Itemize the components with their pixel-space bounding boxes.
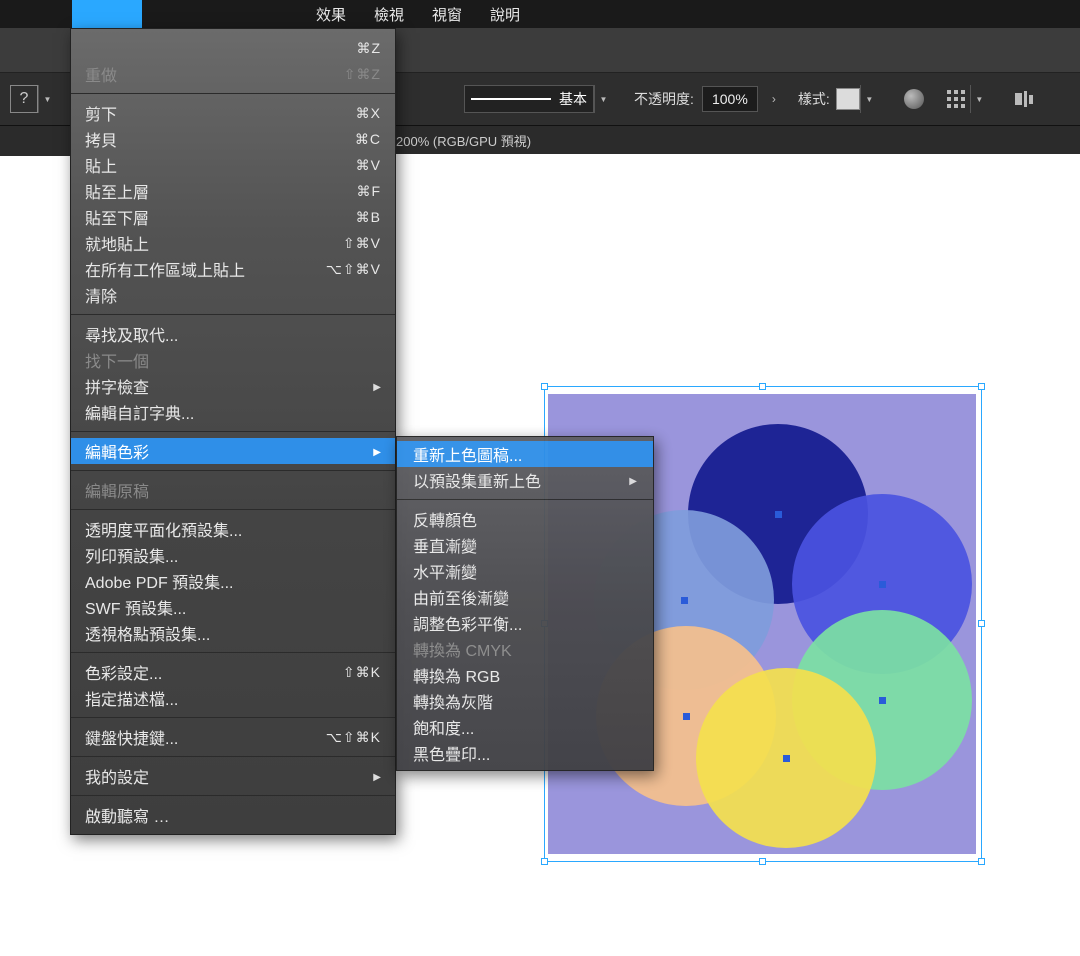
align-grid-icon[interactable] [942,85,970,113]
menu-clear[interactable]: 清除 [71,282,395,308]
stroke-style-arrow[interactable] [594,85,612,113]
menu-help[interactable]: 說明 [476,4,534,25]
submenu-to-gray[interactable]: 轉換為灰階 [397,688,653,714]
menu-paste-back[interactable]: 貼至下層⌘B [71,204,395,230]
selection-handle[interactable] [978,620,985,627]
menu-window[interactable]: 視窗 [418,4,476,25]
menu-effects[interactable]: 效果 [302,4,360,25]
menu-assign-profile[interactable]: 指定描述檔... [71,685,395,711]
edit-colors-submenu: 重新上色圖稿... 以預設集重新上色 反轉顏色 垂直漸變 水平漸變 由前至後漸變… [396,436,654,771]
menu-view[interactable]: 檢視 [360,4,418,25]
submenu-blend-vertical[interactable]: 垂直漸變 [397,532,653,558]
opacity-value-field[interactable]: 100% [702,86,758,112]
menu-color-settings[interactable]: 色彩設定...⇧⌘K [71,659,395,685]
selection-handle[interactable] [541,858,548,865]
stroke-style-dropdown[interactable]: 基本 [464,85,594,113]
transform-panel-icon[interactable] [1010,85,1038,113]
submenu-to-rgb[interactable]: 轉換為 RGB [397,662,653,688]
selection-handle[interactable] [978,383,985,390]
menubar-active-tab[interactable] [72,0,142,28]
selection-handle[interactable] [759,858,766,865]
menu-edit-original: 編輯原稿 [71,477,395,503]
help-dropdown[interactable] [38,85,56,113]
submenu-saturate[interactable]: 飽和度... [397,714,653,740]
stroke-line-preview [471,98,551,100]
app-menubar: 效果 檢視 視窗 說明 [0,0,1080,28]
submenu-recolor-preset[interactable]: 以預設集重新上色 [397,467,653,493]
menu-swf-presets[interactable]: SWF 預設集... [71,594,395,620]
selection-handle[interactable] [541,383,548,390]
stroke-style-label: 基本 [559,89,587,109]
menu-print-presets[interactable]: 列印預設集... [71,542,395,568]
menu-find-replace[interactable]: 尋找及取代... [71,321,395,347]
menu-find-next: 找下一個 [71,347,395,373]
menu-copy[interactable]: 拷貝⌘C [71,126,395,152]
recolor-globe-icon[interactable] [900,85,928,113]
menu-my-settings[interactable]: 我的設定 [71,763,395,789]
opacity-popup-arrow[interactable]: › [764,86,784,112]
menu-custom-dictionary[interactable]: 編輯自訂字典... [71,399,395,425]
menu-undo[interactable]: ⌘Z [71,35,395,61]
style-dropdown[interactable] [860,85,878,113]
menu-paste[interactable]: 貼上⌘V [71,152,395,178]
menu-redo: 重做⇧⌘Z [71,61,395,87]
style-label: 樣式: [798,89,830,109]
menu-edit-colors[interactable]: 編輯色彩 [71,438,395,464]
edit-menu-dropdown: ⌘Z 重做⇧⌘Z 剪下⌘X 拷貝⌘C 貼上⌘V 貼至上層⌘F 貼至下層⌘B 就地… [70,28,396,835]
menu-cut[interactable]: 剪下⌘X [71,100,395,126]
submenu-blend-horizontal[interactable]: 水平漸變 [397,558,653,584]
menu-paste-all-artboards[interactable]: 在所有工作區域上貼上⌥⇧⌘V [71,256,395,282]
selection-handle[interactable] [759,383,766,390]
menu-keyboard-shortcuts[interactable]: 鍵盤快捷鍵...⌥⇧⌘K [71,724,395,750]
submenu-color-balance[interactable]: 調整色彩平衡... [397,610,653,636]
align-dropdown[interactable] [970,85,988,113]
submenu-to-cmyk: 轉換為 CMYK [397,636,653,662]
menu-start-dictation[interactable]: 啟動聽寫 … [71,802,395,828]
menu-pdf-presets[interactable]: Adobe PDF 預設集... [71,568,395,594]
submenu-recolor-artwork[interactable]: 重新上色圖稿... [397,441,653,467]
menu-spellcheck[interactable]: 拼字檢查 [71,373,395,399]
menu-perspective-presets[interactable]: 透視格點預設集... [71,620,395,646]
submenu-overprint-black[interactable]: 黑色疊印... [397,740,653,766]
help-icon[interactable]: ? [10,85,38,113]
doc-zoom-info: 200% (RGB/GPU 預視) [396,131,531,150]
menu-transparency-presets[interactable]: 透明度平面化預設集... [71,516,395,542]
menu-paste-front[interactable]: 貼至上層⌘F [71,178,395,204]
submenu-invert[interactable]: 反轉顏色 [397,506,653,532]
selection-handle[interactable] [978,858,985,865]
menu-paste-in-place[interactable]: 就地貼上⇧⌘V [71,230,395,256]
submenu-blend-front-back[interactable]: 由前至後漸變 [397,584,653,610]
opacity-label: 不透明度: [634,89,694,109]
style-swatch[interactable] [836,88,860,110]
